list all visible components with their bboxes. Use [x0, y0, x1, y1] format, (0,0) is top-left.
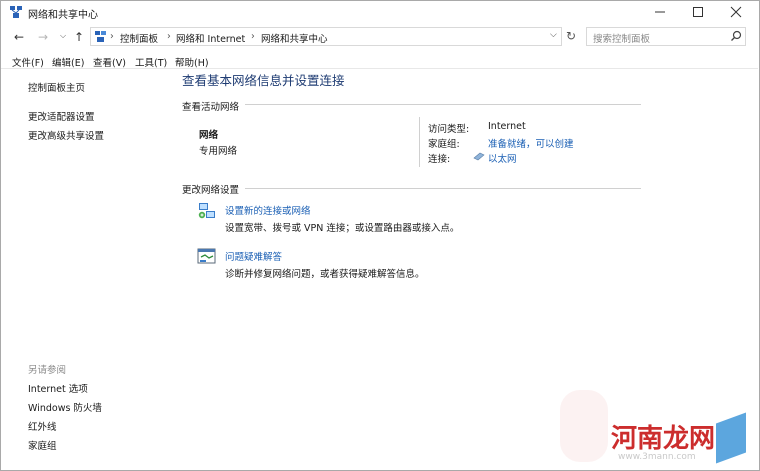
see-also-infrared[interactable]: 红外线 [28, 419, 57, 433]
breadcrumb-sep-icon: › [167, 31, 171, 42]
menu-help[interactable]: 帮助(H) [175, 55, 209, 69]
setup-new-connection-desc: 设置宽带、拨号或 VPN 连接；或设置路由器或接入点。 [225, 223, 460, 234]
watermark-url: www.3mann.com [618, 452, 696, 462]
network-center-icon [9, 5, 23, 22]
breadcrumb-network-internet[interactable]: 网络和 Internet [176, 31, 245, 45]
homegroup-link[interactable]: 准备就绪，可以创建 [488, 136, 574, 150]
troubleshoot-desc: 诊断并修复网络问题，或者获得疑难解答信息。 [225, 269, 425, 280]
change-settings-divider [245, 188, 641, 189]
back-arrow-icon[interactable]: ← [14, 30, 24, 44]
window-frame [0, 0, 760, 471]
breadcrumb-sep-icon: › [110, 31, 114, 42]
menu-divider [1, 68, 758, 69]
close-button[interactable] [719, 1, 753, 23]
forward-arrow-icon[interactable]: → [38, 30, 48, 44]
page-title: 查看基本网络信息并设置连接 [182, 73, 345, 88]
refresh-icon[interactable]: ↻ [566, 29, 576, 43]
search-icon[interactable] [730, 29, 742, 46]
breadcrumb-control-panel[interactable]: 控制面板 [120, 31, 158, 45]
watermark-figure [560, 390, 608, 462]
see-also-homegroup[interactable]: 家庭组 [28, 438, 57, 452]
recent-dropdown-icon[interactable]: ⌵ [60, 31, 66, 41]
ethernet-icon [473, 151, 485, 164]
address-bar[interactable]: › 控制面板 › 网络和 Internet › 网络和共享中心 ⌵ [90, 27, 562, 46]
new-connection-icon [197, 201, 217, 224]
breadcrumb-sep-icon: › [251, 31, 255, 42]
sidebar-adapter-settings-link[interactable]: 更改适配器设置 [28, 109, 95, 123]
breadcrumb-network-center[interactable]: 网络和共享中心 [261, 31, 328, 45]
title-bar: 网络和共享中心 [1, 1, 759, 23]
change-settings-heading: 更改网络设置 [182, 185, 240, 196]
window-title: 网络和共享中心 [28, 10, 98, 21]
troubleshoot-icon [197, 247, 217, 270]
up-arrow-icon[interactable]: ↑ [74, 30, 84, 44]
sidebar-home-link[interactable]: 控制面板主页 [28, 80, 85, 94]
see-also-heading: 另请参阅 [28, 365, 67, 376]
address-dropdown-icon[interactable]: ⌵ [550, 30, 557, 40]
active-networks-heading: 查看活动网络 [182, 102, 240, 113]
access-type-value: Internet [488, 121, 526, 132]
network-type[interactable]: 专用网络 [199, 143, 237, 157]
troubleshoot-link[interactable]: 问题疑难解答 [225, 249, 282, 263]
network-name: 网络 [199, 130, 219, 141]
access-type-label: 访问类型: [428, 124, 470, 135]
search-input[interactable]: 搜索控制面板 [593, 31, 650, 45]
menu-view[interactable]: 查看(V) [93, 55, 126, 69]
control-panel-icon [94, 30, 107, 46]
network-info-divider [419, 117, 420, 167]
ethernet-link[interactable]: 以太网 [488, 151, 517, 165]
sidebar-advanced-sharing-link[interactable]: 更改高级共享设置 [28, 128, 104, 142]
connection-label: 连接: [428, 154, 451, 165]
see-also-windows-firewall[interactable]: Windows 防火墙 [28, 400, 102, 414]
homegroup-label: 家庭组: [428, 139, 460, 150]
see-also-internet-options[interactable]: Internet 选项 [28, 381, 88, 395]
minimize-button[interactable] [643, 1, 677, 23]
menu-file[interactable]: 文件(F) [12, 55, 44, 69]
maximize-button[interactable] [681, 1, 715, 23]
setup-new-connection-link[interactable]: 设置新的连接或网络 [225, 203, 311, 217]
menu-edit[interactable]: 编辑(E) [52, 55, 84, 69]
menu-tools[interactable]: 工具(T) [135, 55, 167, 69]
active-networks-divider [245, 104, 641, 105]
watermark-logo: 河南龙网 [611, 424, 716, 454]
search-box[interactable]: 搜索控制面板 [586, 27, 746, 46]
